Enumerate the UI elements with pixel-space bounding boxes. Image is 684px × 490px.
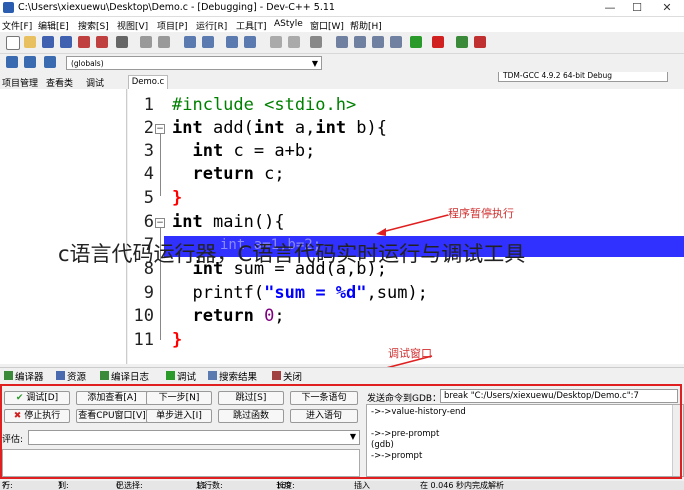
close-all-icon[interactable] bbox=[96, 36, 108, 48]
save-icon[interactable] bbox=[42, 36, 54, 48]
close-icon bbox=[272, 371, 281, 380]
minimize-button[interactable]: — bbox=[595, 0, 625, 16]
code-line-4: return c; bbox=[192, 164, 285, 184]
replace-icon[interactable] bbox=[202, 36, 214, 48]
tab-resources[interactable]: 资源 bbox=[56, 369, 86, 383]
redo-icon[interactable] bbox=[158, 36, 170, 48]
left-panel-tabs: 项目管理 查看类 调试 bbox=[0, 75, 126, 89]
open-folder-icon[interactable] bbox=[24, 36, 36, 48]
goto-line-icon[interactable] bbox=[226, 36, 238, 48]
code-line-11: } bbox=[172, 330, 183, 350]
code-line-10: return 0; bbox=[192, 306, 285, 326]
code-line-9: printf("sum = %d",sum); bbox=[192, 283, 428, 303]
resources-icon bbox=[56, 371, 65, 380]
layout-icon[interactable] bbox=[336, 36, 348, 48]
line-number: 5 bbox=[143, 188, 154, 208]
goto-bookmark-icon[interactable] bbox=[44, 56, 56, 68]
menu-view[interactable]: 视图[V] bbox=[117, 19, 148, 32]
line-number: 2 bbox=[143, 118, 154, 138]
run-icon[interactable] bbox=[288, 36, 300, 48]
menu-window[interactable]: 窗口[W] bbox=[310, 19, 344, 32]
tab-compiler[interactable]: 编译器 bbox=[4, 369, 44, 383]
search-icon bbox=[208, 371, 217, 380]
fold-toggle-icon[interactable]: − bbox=[155, 124, 165, 134]
close-file-icon[interactable] bbox=[78, 36, 90, 48]
print-icon[interactable] bbox=[116, 36, 128, 48]
compiler-icon bbox=[4, 371, 13, 380]
code-line-5: } bbox=[172, 188, 183, 208]
tab-debug[interactable]: 调试 bbox=[86, 76, 104, 89]
find-icon[interactable] bbox=[184, 36, 196, 48]
code-line-6: int main(){ bbox=[172, 212, 285, 232]
close-button[interactable]: ✕ bbox=[652, 0, 682, 16]
new-file-icon[interactable] bbox=[6, 36, 20, 50]
menu-project[interactable]: 项目[P] bbox=[157, 19, 187, 32]
profile-icon[interactable] bbox=[474, 36, 486, 48]
left-panel bbox=[0, 89, 127, 364]
pause-arrow-icon bbox=[376, 214, 449, 236]
file-tab[interactable]: Demo.c bbox=[128, 75, 168, 89]
title-bar: C:\Users\xiexuewu\Desktop\Demo.c - [Debu… bbox=[0, 0, 684, 17]
status-parse-time: 在 0.046 秒内完成解析 bbox=[420, 481, 504, 490]
status-bar: 行: 7 列: 1 已选择: 0 总行数: 11 长度: 169 插入 在 0.… bbox=[0, 481, 684, 490]
pause-annotation: 程序暂停执行 bbox=[448, 207, 514, 220]
toggle-bookmark-icon[interactable] bbox=[24, 56, 36, 68]
line-number: 4 bbox=[143, 164, 154, 184]
scope-value: (globals) bbox=[71, 59, 104, 68]
tab-compile-log[interactable]: 编译日志 bbox=[100, 369, 149, 383]
tab-debug-bottom[interactable]: 调试 bbox=[166, 369, 196, 383]
chevron-down-icon: ▼ bbox=[311, 59, 318, 68]
tab-close[interactable]: 关闭 bbox=[272, 369, 302, 383]
line-number: 3 bbox=[143, 141, 154, 161]
fold-guide bbox=[160, 134, 161, 196]
compile-icon[interactable] bbox=[270, 36, 282, 48]
fold-toggle-icon[interactable]: − bbox=[155, 218, 165, 228]
main-toolbar: TDM-GCC 4.9.2 64-bit Debug bbox=[0, 33, 684, 82]
line-number: 6 bbox=[143, 212, 154, 232]
class-browser-icon[interactable] bbox=[354, 36, 366, 48]
tab-search-results[interactable]: 搜索结果 bbox=[208, 369, 257, 383]
save-all-icon[interactable] bbox=[60, 36, 72, 48]
menu-help[interactable]: 帮助[H] bbox=[350, 19, 382, 32]
bottom-tabs: 编译器 资源 编译日志 调试 搜索结果 关闭 bbox=[0, 367, 684, 384]
menu-edit[interactable]: 编辑[E] bbox=[38, 19, 69, 32]
line-number: 9 bbox=[143, 283, 154, 303]
code-line-1: #include <stdio.h> bbox=[172, 95, 357, 115]
menu-file[interactable]: 文件[F] bbox=[2, 19, 32, 32]
check-icon[interactable] bbox=[410, 36, 422, 48]
menu-tools[interactable]: 工具[T] bbox=[236, 19, 267, 32]
maximize-button[interactable]: ☐ bbox=[622, 0, 652, 16]
code-line-3: int c = a+b; bbox=[192, 141, 316, 161]
chart-icon[interactable] bbox=[456, 36, 468, 48]
line-number: 11 bbox=[133, 330, 154, 350]
devcpp-app-icon bbox=[3, 2, 14, 13]
debug-icon[interactable] bbox=[310, 36, 322, 48]
stop-icon[interactable] bbox=[432, 36, 444, 48]
line-number: 10 bbox=[133, 306, 154, 326]
menu-bar: 文件[F] 编辑[E] 搜索[S] 视图[V] 项目[P] 运行[R] 工具[T… bbox=[0, 17, 684, 32]
window-title: C:\Users\xiexuewu\Desktop\Demo.c - [Debu… bbox=[18, 2, 335, 13]
tab-project[interactable]: 项目管理 bbox=[2, 76, 38, 89]
line-number: 1 bbox=[143, 95, 154, 115]
watermark-caption: c语言代码运行器，C语言代码实时运行与调试工具 bbox=[58, 242, 526, 266]
insert-icon[interactable] bbox=[390, 36, 402, 48]
undo-icon[interactable] bbox=[140, 36, 152, 48]
check-icon bbox=[166, 371, 175, 380]
debug-window-highlight-box bbox=[0, 384, 682, 479]
indent-icon[interactable] bbox=[244, 36, 256, 48]
scope-select[interactable]: (globals) ▼ bbox=[66, 56, 322, 70]
menu-astyle[interactable]: AStyle bbox=[274, 19, 303, 29]
menu-run[interactable]: 运行[R] bbox=[196, 19, 227, 32]
log-icon bbox=[100, 371, 109, 380]
code-line-2: int add(int a,int b){ bbox=[172, 118, 388, 138]
project-options-icon[interactable] bbox=[372, 36, 384, 48]
bookmark-icon[interactable] bbox=[6, 56, 18, 68]
status-insert-mode: 插入 bbox=[354, 481, 370, 490]
tab-classes[interactable]: 查看类 bbox=[46, 76, 73, 89]
menu-search[interactable]: 搜索[S] bbox=[78, 19, 109, 32]
